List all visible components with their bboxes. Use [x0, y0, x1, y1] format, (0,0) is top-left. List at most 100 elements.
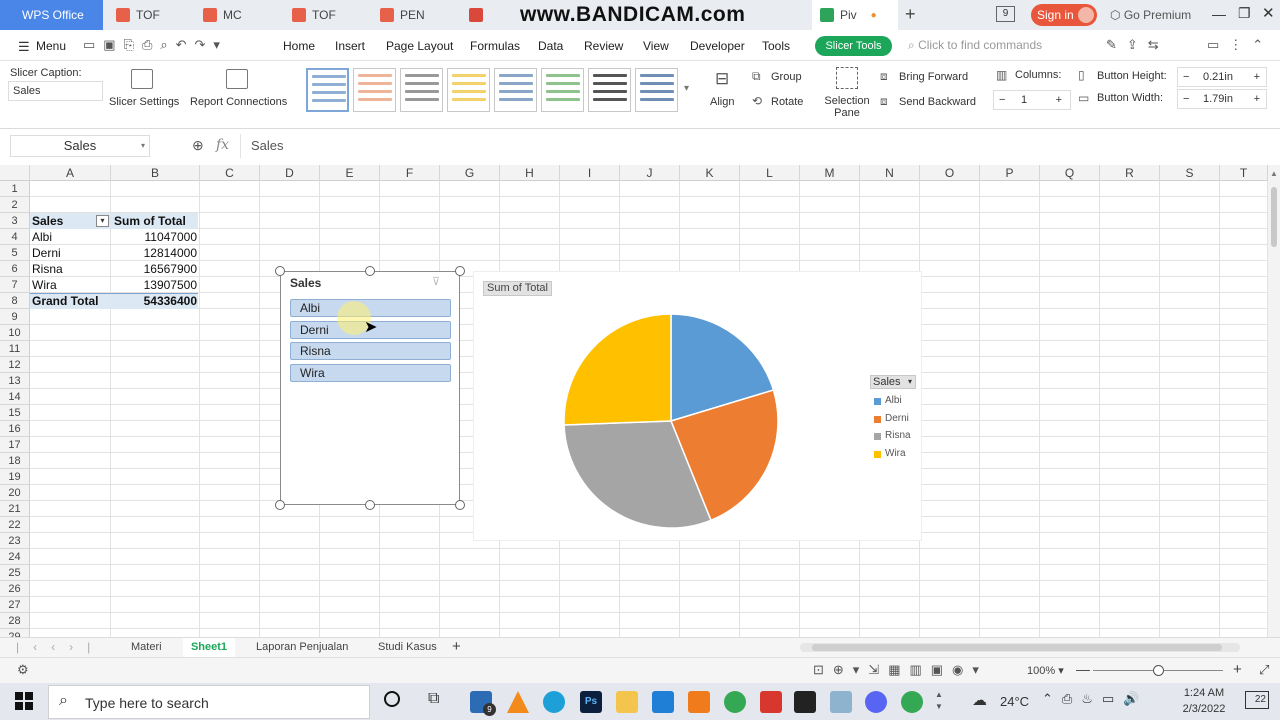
- pivot-row-label[interactable]: Derni: [32, 245, 61, 261]
- pivot-row-header[interactable]: Sales: [32, 213, 63, 229]
- row-header[interactable]: 19: [0, 469, 30, 485]
- row-header[interactable]: 12: [0, 357, 30, 373]
- more-icons[interactable]: ▭⋮⌃: [1207, 37, 1273, 53]
- slicer-style-2[interactable]: [353, 68, 396, 112]
- weather-icon[interactable]: ☁: [972, 691, 987, 709]
- tab-review[interactable]: Review: [584, 39, 623, 53]
- slicer-caption-input[interactable]: Sales: [8, 81, 103, 101]
- pivot-row-label[interactable]: Risna: [32, 261, 63, 277]
- doc-tab-5[interactable]: [461, 0, 511, 30]
- zoom-out-icon[interactable]: —: [1076, 661, 1090, 677]
- slicer-item-risna[interactable]: Risna: [290, 342, 451, 360]
- legend-entry[interactable]: Derni: [874, 413, 911, 431]
- row-header[interactable]: 13: [0, 373, 30, 389]
- row-header[interactable]: 23: [0, 533, 30, 549]
- pie-chart[interactable]: Sum of Total Sales ▾ Albi Derni Risna Wira: [473, 271, 922, 541]
- increment-icon[interactable]: +: [1056, 91, 1062, 109]
- wps-home-tab[interactable]: WPS Office: [0, 0, 103, 30]
- vscode-icon[interactable]: [652, 691, 674, 713]
- resize-handle[interactable]: [455, 500, 465, 510]
- sheet-nav-icons[interactable]: |‹‹›|: [16, 640, 104, 654]
- slicer-style-4[interactable]: [447, 68, 490, 112]
- doc-tab-1[interactable]: TOF: [106, 0, 192, 30]
- slicer-style-3[interactable]: [400, 68, 443, 112]
- vlc-icon[interactable]: [507, 691, 529, 713]
- window-count-icon[interactable]: 9: [996, 6, 1015, 22]
- pivot-row-value[interactable]: 11047000: [112, 229, 198, 245]
- zoom-formula-icon[interactable]: ⊕: [192, 137, 204, 154]
- row-header[interactable]: 25: [0, 565, 30, 581]
- zoom-slider-thumb[interactable]: [1153, 665, 1164, 676]
- decrement-icon[interactable]: −: [1183, 68, 1189, 86]
- pivot-row-value[interactable]: 13907500: [112, 277, 197, 293]
- column-header[interactable]: L: [740, 165, 800, 181]
- clock[interactable]: 1:24 AM 2/3/2022: [1176, 685, 1232, 717]
- cortana-icon[interactable]: [384, 691, 400, 707]
- legend-field-button[interactable]: Sales ▾: [870, 375, 916, 389]
- row-header[interactable]: 16: [0, 421, 30, 437]
- row-header[interactable]: 9: [0, 309, 30, 325]
- column-header[interactable]: H: [500, 165, 560, 181]
- pivot-row-value[interactable]: 16567900: [112, 261, 197, 277]
- column-header[interactable]: M: [800, 165, 860, 181]
- scroll-up-icon[interactable]: ▲: [1270, 169, 1278, 178]
- increment-icon[interactable]: +: [1254, 90, 1260, 108]
- column-header[interactable]: P: [980, 165, 1040, 181]
- edge-icon[interactable]: [543, 691, 565, 713]
- fx-icon[interactable]: fx: [216, 137, 229, 153]
- pivot-total-value[interactable]: 54336400: [112, 293, 197, 309]
- slicer-style-1[interactable]: [306, 68, 349, 112]
- slicer-style-6[interactable]: [541, 68, 584, 112]
- column-header[interactable]: G: [440, 165, 500, 181]
- sheet-tab-laporan[interactable]: Laporan Penjualan: [256, 641, 348, 653]
- taskbar-search-box[interactable]: ⌕ Type here to search: [48, 685, 370, 719]
- row-header[interactable]: 29: [0, 629, 30, 637]
- resize-handle[interactable]: [275, 266, 285, 276]
- selection-pane-button[interactable]: Selection Pane: [824, 95, 870, 119]
- pivot-row-value[interactable]: 12814000: [112, 245, 197, 261]
- menu-button[interactable]: Menu: [36, 39, 66, 53]
- row-header[interactable]: 20: [0, 485, 30, 501]
- windows-start-icon[interactable]: [15, 692, 33, 710]
- zoom-in-icon[interactable]: +: [1233, 661, 1242, 678]
- slicer-style-5[interactable]: [494, 68, 537, 112]
- tab-home[interactable]: Home: [283, 39, 315, 53]
- resize-handle[interactable]: [365, 500, 375, 510]
- name-box[interactable]: Sales ▾: [10, 135, 150, 157]
- column-header[interactable]: E: [320, 165, 380, 181]
- pivot-value-header[interactable]: Sum of Total: [114, 213, 186, 229]
- resize-handle[interactable]: [455, 266, 465, 276]
- slicer-settings-button[interactable]: Slicer Settings: [109, 96, 179, 108]
- slicer-style-8[interactable]: [635, 68, 678, 112]
- row-header[interactable]: 10: [0, 325, 30, 341]
- sheet-tab-materi[interactable]: Materi: [131, 641, 162, 653]
- view-mode-icons[interactable]: ⊡⊕▾⇲▦▥▣◉▾: [813, 662, 988, 678]
- sheet-tab-sheet1[interactable]: Sheet1: [183, 638, 235, 657]
- tab-view[interactable]: View: [643, 39, 669, 53]
- row-header[interactable]: 1: [0, 181, 30, 197]
- chrome-profile-icon[interactable]: [901, 691, 923, 713]
- doc-tab-4[interactable]: PEN: [372, 0, 458, 30]
- sales-slicer[interactable]: Sales ⊽ Albi Derni Risna Wira ➤: [280, 271, 460, 505]
- row-header[interactable]: 18: [0, 453, 30, 469]
- minimize-icon[interactable]: —: [1212, 6, 1226, 22]
- tab-data[interactable]: Data: [538, 39, 563, 53]
- row-header[interactable]: 6: [0, 261, 30, 277]
- photoshop-icon[interactable]: Ps: [580, 691, 602, 713]
- scroll-thumb[interactable]: [812, 644, 1222, 651]
- row-header[interactable]: 26: [0, 581, 30, 597]
- tray-scroll-icon[interactable]: ▲ ▼: [935, 689, 943, 713]
- column-header[interactable]: K: [680, 165, 740, 181]
- tab-insert[interactable]: Insert: [335, 39, 365, 53]
- quick-access-icons[interactable]: ▭▣⎘⎙⌕↶↷▾: [83, 37, 228, 53]
- legend-entry[interactable]: Albi: [874, 395, 911, 413]
- xampp-icon[interactable]: [688, 691, 710, 713]
- send-backward-button[interactable]: Send Backward: [899, 96, 976, 108]
- row-header[interactable]: 27: [0, 597, 30, 613]
- tab-developer[interactable]: Developer: [690, 39, 745, 53]
- rotate-button[interactable]: Rotate: [771, 96, 803, 108]
- pivot-total-label[interactable]: Grand Total: [32, 293, 98, 309]
- tab-page-layout[interactable]: Page Layout: [386, 39, 453, 53]
- slicer-style-7[interactable]: [588, 68, 631, 112]
- command-search[interactable]: ⌕ Click to find commands: [908, 38, 1042, 53]
